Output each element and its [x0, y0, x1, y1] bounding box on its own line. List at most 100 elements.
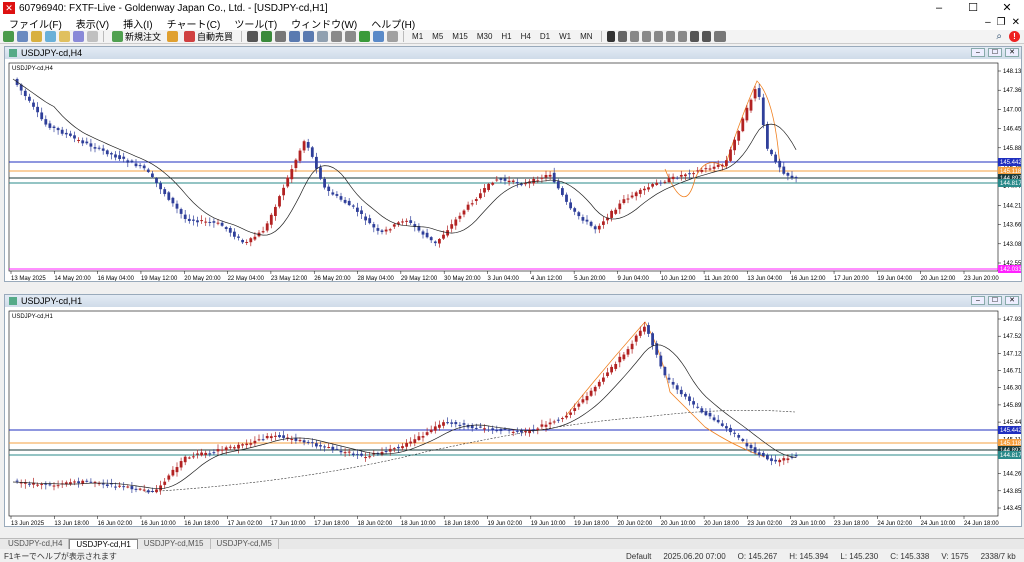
new-order-button[interactable]: 新規注文: [109, 30, 164, 43]
tab-usdjpy-m15[interactable]: USDJPY-cd,M15: [138, 539, 211, 549]
chart-maximize-icon[interactable]: ☐: [988, 296, 1002, 305]
candle-body: [134, 163, 138, 167]
candle-body: [298, 440, 302, 442]
candle-body: [458, 424, 462, 426]
vertical-line-icon[interactable]: [629, 31, 639, 42]
chart-shift-icon[interactable]: [345, 31, 357, 42]
candle-body: [671, 381, 675, 385]
candle-body: [651, 184, 654, 187]
timeframe-h1[interactable]: H1: [498, 32, 514, 41]
menu-bar: ファイル(F) 表示(V) 挿入(I) チャート(C) ツール(T) ウィンドウ…: [0, 16, 1024, 31]
trendline-icon[interactable]: [653, 31, 663, 42]
candle-body: [372, 224, 376, 228]
candlestick-icon[interactable]: [261, 31, 273, 42]
chart-close-icon[interactable]: ✕: [1005, 48, 1019, 57]
price-chart-h1[interactable]: USDJPY-cd,H1 147.930 147.520 147.120 146.710…: [5, 307, 1021, 526]
chart-icon: [9, 49, 17, 57]
candle-body: [159, 485, 162, 491]
indicators-icon[interactable]: [359, 31, 371, 42]
channel-icon[interactable]: [665, 31, 675, 42]
timeframe-w1[interactable]: W1: [556, 32, 574, 41]
price-chart-h4[interactable]: USDJPY-cd,H4 148.130 147.360 147.005 146.455…: [5, 59, 1021, 281]
candle-body: [786, 458, 790, 461]
auto-trade-button[interactable]: 自動売買: [181, 30, 236, 43]
new-chart-icon[interactable]: [3, 31, 14, 42]
menu-window[interactable]: ウィンドウ(W): [284, 16, 364, 31]
minimize-icon[interactable]: –: [922, 0, 956, 16]
timeframe-mn[interactable]: MN: [577, 32, 595, 41]
chart-minimize-icon[interactable]: –: [971, 48, 985, 57]
navigator-icon[interactable]: [59, 31, 70, 42]
menu-chart[interactable]: チャート(C): [160, 16, 228, 31]
timeframe-m5[interactable]: M5: [429, 32, 446, 41]
zoom-out-icon[interactable]: [303, 31, 315, 42]
menu-view[interactable]: 表示(V): [69, 16, 116, 31]
mdi-minimize-icon[interactable]: –: [985, 17, 991, 28]
meta-editor-icon[interactable]: [167, 31, 179, 42]
candle-body: [52, 126, 56, 128]
candle-body: [450, 224, 454, 229]
cursor-icon[interactable]: [606, 31, 615, 42]
tab-usdjpy-m5[interactable]: USDJPY-cd,M5: [211, 539, 279, 549]
menu-insert[interactable]: 挿入(I): [116, 16, 159, 31]
text-icon[interactable]: [689, 31, 699, 42]
line-chart-icon[interactable]: [275, 31, 287, 42]
fibonacci-icon[interactable]: [677, 31, 687, 42]
timeframe-m30[interactable]: M30: [474, 32, 496, 41]
chart-window-h1[interactable]: USDJPY-cd,H1 – ☐ ✕ USDJPY-cd,H1 147.930 14…: [4, 294, 1022, 527]
menu-tools[interactable]: ツール(T): [227, 16, 284, 31]
time-tick-label: 16 Jun 02:00: [98, 521, 133, 526]
maximize-icon[interactable]: ☐: [956, 0, 990, 16]
candle-body: [335, 194, 339, 196]
time-tick-label: 9 Jun 04:00: [617, 276, 649, 281]
bar-chart-icon[interactable]: [247, 31, 259, 42]
label-icon[interactable]: [701, 31, 711, 42]
crosshair-icon[interactable]: [617, 31, 627, 42]
horizontal-line-icon[interactable]: [641, 31, 651, 42]
candle-body: [442, 234, 445, 239]
candle-body: [192, 456, 195, 458]
profiles-icon[interactable]: [17, 31, 28, 42]
candle-body: [302, 141, 306, 151]
data-window-icon[interactable]: [45, 31, 56, 42]
zoom-in-icon[interactable]: [289, 31, 301, 42]
auto-scroll-icon[interactable]: [331, 31, 343, 42]
candle-body: [196, 220, 199, 223]
menu-file[interactable]: ファイル(F): [2, 16, 69, 31]
strategy-tester-icon[interactable]: [87, 31, 98, 42]
close-icon[interactable]: ✕: [990, 0, 1024, 16]
terminal-icon[interactable]: [73, 31, 84, 42]
candle-body: [499, 428, 503, 432]
time-tick-label: 19 Jun 10:00: [531, 521, 566, 526]
chart-maximize-icon[interactable]: ☐: [988, 48, 1002, 57]
candle-body: [89, 143, 93, 147]
templates-icon[interactable]: [387, 31, 399, 42]
chart-minimize-icon[interactable]: –: [971, 296, 985, 305]
tab-usdjpy-h1[interactable]: USDJPY-cd,H1: [69, 539, 138, 549]
timeframe-m1[interactable]: M1: [409, 32, 426, 41]
tile-windows-icon[interactable]: [317, 31, 329, 42]
candle-body: [220, 449, 224, 451]
candle-body: [15, 480, 19, 482]
periods-icon[interactable]: [373, 31, 385, 42]
candle-body: [679, 174, 683, 177]
timeframe-h4[interactable]: H4: [518, 32, 534, 41]
search-icon[interactable]: ⌕: [996, 31, 1002, 42]
notification-icon[interactable]: !: [1009, 31, 1020, 42]
candle-body: [274, 435, 277, 437]
candle-body: [216, 222, 220, 224]
arrows-icon[interactable]: [713, 31, 726, 42]
candle-body: [294, 438, 298, 441]
time-tick-label: 23 Jun 18:00: [834, 521, 869, 526]
market-watch-icon[interactable]: [31, 31, 42, 42]
menu-help[interactable]: ヘルプ(H): [364, 16, 422, 31]
mdi-restore-icon[interactable]: ❐: [997, 17, 1006, 28]
chart-window-h4[interactable]: USDJPY-cd,H4 – ☐ ✕ USDJPY-cd,H4 148.130 14…: [4, 46, 1022, 282]
candle-body: [118, 155, 121, 159]
tab-usdjpy-h4[interactable]: USDJPY-cd,H4: [2, 539, 70, 549]
chart-close-icon[interactable]: ✕: [1005, 296, 1019, 305]
timeframe-d1[interactable]: D1: [537, 32, 553, 41]
mdi-close-icon[interactable]: ✕: [1012, 17, 1020, 28]
timeframe-m15[interactable]: M15: [449, 32, 471, 41]
candle-body: [561, 418, 564, 420]
